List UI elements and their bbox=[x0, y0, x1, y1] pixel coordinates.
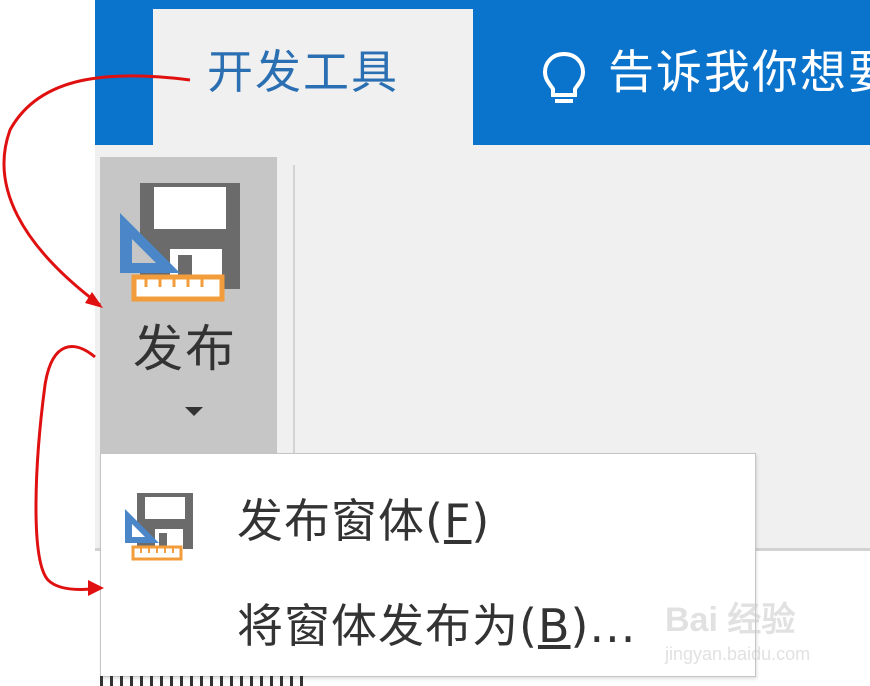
lightbulb-icon bbox=[542, 51, 586, 103]
menu-item-label: 将窗体发布为(B)... bbox=[237, 599, 637, 653]
menu-item-label: 发布窗体(F) bbox=[237, 494, 491, 548]
tell-me-search[interactable]: 告诉我你想要做什么 bbox=[536, 44, 870, 104]
menu-item-publish-form[interactable]: 发布窗体(F) bbox=[101, 469, 755, 569]
bottom-edge-fragment bbox=[100, 676, 310, 686]
publish-form-icon bbox=[120, 183, 240, 302]
publish-dropdown-menu: 发布窗体(F) 将窗体发布为(B)... bbox=[100, 453, 756, 677]
publish-button[interactable]: 发布 bbox=[100, 157, 277, 457]
publish-button-label: 发布 bbox=[133, 320, 237, 378]
menu-item-publish-form-as[interactable]: 将窗体发布为(B)... bbox=[101, 574, 755, 674]
group-separator bbox=[293, 165, 295, 465]
tell-me-text[interactable]: 告诉我你想要做什么 bbox=[608, 44, 870, 100]
baidu-watermark: Bai 经验 jingyan.baidu.com bbox=[665, 601, 811, 664]
publish-form-icon bbox=[125, 493, 193, 561]
annotation-arrow-2 bbox=[34, 345, 101, 592]
dropdown-caret-icon[interactable] bbox=[185, 407, 203, 416]
tab-developer-label[interactable]: 开发工具 bbox=[207, 44, 399, 100]
